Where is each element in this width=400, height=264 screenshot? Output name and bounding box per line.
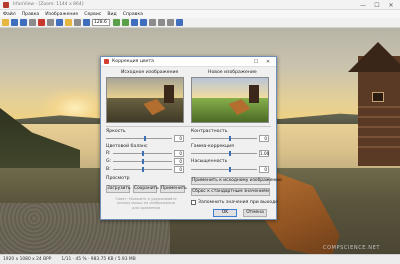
contrast-label: Контрастность xyxy=(191,129,228,134)
dialog-title: Коррекция цвета xyxy=(112,59,154,64)
saturation-thumb[interactable] xyxy=(229,167,231,172)
menu-file[interactable]: Файл xyxy=(3,12,16,17)
gamma-slider[interactable] xyxy=(191,151,257,156)
zoom-out-icon[interactable] xyxy=(122,19,129,26)
copy-image-icon[interactable] xyxy=(149,19,156,26)
divider xyxy=(106,126,271,127)
contrast-slider[interactable] xyxy=(191,136,257,141)
menu-image[interactable]: Изображение xyxy=(45,12,78,17)
apply-to-original-button[interactable]: Применить к исходному изображению xyxy=(191,177,282,185)
thumbnails-icon[interactable] xyxy=(11,19,18,26)
brightness-label: Яркость xyxy=(106,129,126,134)
menu-view[interactable]: Вид xyxy=(107,12,116,17)
reset-defaults-button[interactable]: Сброс к стандартным значениям xyxy=(191,188,270,196)
hint-text: Совет: Нажмите и удерживайте кнопку мыши… xyxy=(115,197,177,210)
next-icon[interactable] xyxy=(140,19,147,26)
contrast-value[interactable]: 0 xyxy=(259,135,269,142)
new-image-label: Новое изображение xyxy=(208,70,257,75)
status-image-size: 1920 x 1080 x 24 BPP xyxy=(3,257,52,262)
contrast-thumb[interactable] xyxy=(229,136,231,141)
open-folder-icon[interactable] xyxy=(2,19,9,26)
cancel-button[interactable]: Отмена xyxy=(243,209,267,217)
remember-values-label: Запомнить значения при выходе xyxy=(198,200,279,205)
menu-edit[interactable]: Правка xyxy=(22,12,39,17)
close-button[interactable]: ✕ xyxy=(384,0,398,10)
red-value[interactable]: 0 xyxy=(174,150,184,157)
dialog-close-button[interactable]: ✕ xyxy=(262,57,274,67)
red-thumb[interactable] xyxy=(142,151,144,156)
watermark: COMPSCIENCE.NET xyxy=(323,245,380,251)
color-balance-label: Цветовой баланс xyxy=(106,144,148,149)
red-slider[interactable] xyxy=(113,151,172,156)
copy-icon[interactable] xyxy=(56,19,63,26)
gamma-thumb[interactable] xyxy=(229,151,231,156)
previous-icon[interactable] xyxy=(131,19,138,26)
delete-icon[interactable] xyxy=(38,19,45,26)
settings-icon[interactable] xyxy=(167,19,174,26)
minimize-button[interactable]: — xyxy=(356,0,370,10)
dialog-title-bar: Коррекция цвета ☐ ✕ xyxy=(101,57,276,67)
status-file-info: 1/11 · 45 % · 983.75 KB / 5.93 MB xyxy=(61,257,136,262)
status-bar: 1920 x 1080 x 24 BPP 1/11 · 45 % · 983.7… xyxy=(0,254,400,264)
dialog-maximize-button[interactable]: ☐ xyxy=(250,57,262,67)
slideshow-icon[interactable] xyxy=(29,19,36,26)
save-icon[interactable] xyxy=(20,19,27,26)
menu-tools[interactable]: Сервис xyxy=(84,12,101,17)
title-bar: IrfanView - [Zoom: 1144 x 864] — ☐ ✕ xyxy=(0,0,400,10)
save-button[interactable]: Сохранить xyxy=(133,185,159,193)
remember-values-checkbox[interactable] xyxy=(191,200,196,205)
green-value[interactable]: 0 xyxy=(174,158,184,165)
cut-icon[interactable] xyxy=(47,19,54,26)
green-slider[interactable] xyxy=(113,159,172,164)
dialog-app-icon xyxy=(104,59,109,64)
saturation-slider[interactable] xyxy=(191,167,257,172)
brightness-value[interactable]: 0 xyxy=(174,135,184,142)
blue-slider[interactable] xyxy=(113,167,172,172)
color-correction-dialog: Коррекция цвета ☐ ✕ Исходное изображение… xyxy=(100,56,282,220)
b-label: B: xyxy=(106,167,111,172)
g-label: G: xyxy=(106,159,112,164)
window-title: IrfanView - [Zoom: 1144 x 864] xyxy=(13,2,84,7)
photo-house-window xyxy=(372,92,384,102)
gamma-label: Гамма-коррекция xyxy=(191,144,234,149)
menu-bar: Файл Правка Изображение Сервис Вид Справ… xyxy=(0,10,400,18)
saturation-value[interactable]: 0 xyxy=(259,166,269,173)
info-icon[interactable] xyxy=(176,19,183,26)
app-icon xyxy=(3,1,9,8)
zoom-combobox[interactable]: 128.6 xyxy=(92,19,110,26)
toolbar: 128.6 xyxy=(0,18,400,28)
photo-wooden-house xyxy=(348,42,400,166)
menu-help[interactable]: Справка xyxy=(123,12,143,17)
window-controls: — ☐ ✕ xyxy=(356,0,398,10)
blue-value[interactable]: 0 xyxy=(174,166,184,173)
brightness-slider[interactable] xyxy=(106,136,172,141)
rotate-icon[interactable] xyxy=(83,19,90,26)
undo-icon[interactable] xyxy=(74,19,81,26)
brightness-thumb[interactable] xyxy=(144,136,146,141)
original-image-label: Исходное изображение xyxy=(121,70,179,75)
load-button[interactable]: Загрузить xyxy=(106,185,131,193)
apply-button[interactable]: Применить xyxy=(160,185,187,193)
maximize-button[interactable]: ☐ xyxy=(370,0,384,10)
green-thumb[interactable] xyxy=(142,159,144,164)
paste-icon[interactable] xyxy=(65,19,72,26)
gamma-value[interactable]: 1.00 xyxy=(259,150,269,157)
preview-label: Просмотр xyxy=(106,176,130,181)
r-label: R: xyxy=(106,151,111,156)
paste-image-icon[interactable] xyxy=(158,19,165,26)
ok-button[interactable]: OK xyxy=(213,209,237,217)
blue-thumb[interactable] xyxy=(142,167,144,172)
zoom-in-icon[interactable] xyxy=(113,19,120,26)
saturation-label: Насыщенность xyxy=(191,159,228,164)
original-image-preview[interactable] xyxy=(106,77,184,123)
new-image-preview[interactable] xyxy=(191,77,269,123)
